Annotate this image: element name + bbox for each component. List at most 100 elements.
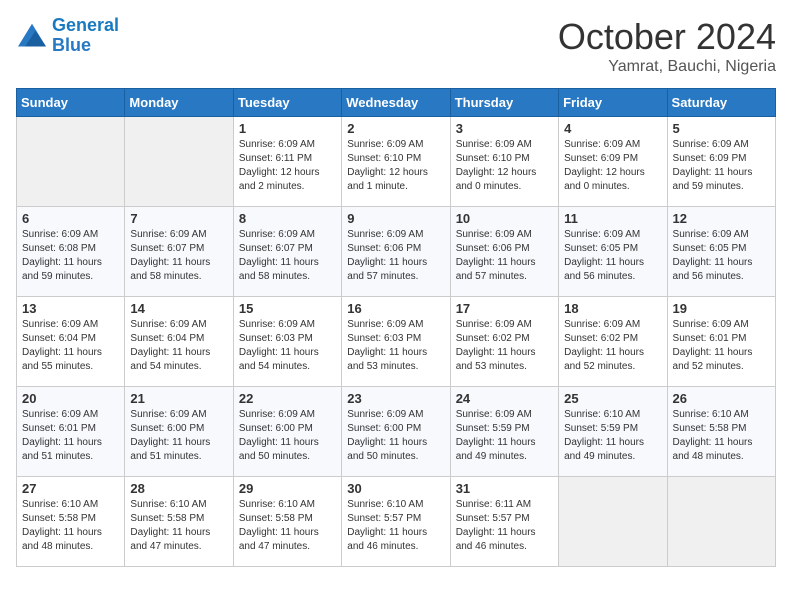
- day-number: 12: [673, 211, 770, 226]
- cell-info: Sunrise: 6:09 AM Sunset: 6:06 PM Dayligh…: [347, 228, 444, 284]
- title-block: October 2024 Yamrat, Bauchi, Nigeria: [558, 16, 776, 76]
- calendar-cell: 14 Sunrise: 6:09 AM Sunset: 6:04 PM Dayli…: [125, 297, 233, 387]
- cell-info: Sunrise: 6:09 AM Sunset: 6:05 PM Dayligh…: [564, 228, 661, 284]
- day-number: 4: [564, 121, 661, 136]
- week-row-1: 1Sunrise: 6:09 AM Sunset: 6:11 PM Daylig…: [17, 117, 776, 207]
- day-number: 30: [347, 481, 444, 496]
- day-header-wednesday: Wednesday: [342, 89, 450, 117]
- calendar-cell: 10Sunrise: 6:09 AM Sunset: 6:06 PM Dayli…: [450, 207, 558, 297]
- cell-info: Sunrise: 6:09 AM Sunset: 6:07 PM Dayligh…: [130, 228, 227, 284]
- day-number: 22: [239, 391, 336, 406]
- day-number: 8: [239, 211, 336, 226]
- cell-info: Sunrise: 6:09 AM Sunset: 6:02 PM Dayligh…: [456, 318, 553, 374]
- calendar-cell: 9 Sunrise: 6:09 AM Sunset: 6:06 PM Daylig…: [342, 207, 450, 297]
- calendar-cell: 11 Sunrise: 6:09 AM Sunset: 6:05 PM Dayli…: [559, 207, 667, 297]
- calendar-cell: 28Sunrise: 6:10 AM Sunset: 5:58 PM Dayli…: [125, 477, 233, 567]
- cell-info: Sunrise: 6:09 AM Sunset: 6:10 PM Dayligh…: [347, 138, 444, 194]
- calendar-cell: 5Sunrise: 6:09 AM Sunset: 6:09 PM Daylig…: [667, 117, 775, 207]
- calendar-cell: 22Sunrise: 6:09 AM Sunset: 6:00 PM Dayli…: [233, 387, 341, 477]
- calendar-cell: 25 Sunrise: 6:10 AM Sunset: 5:59 PM Dayli…: [559, 387, 667, 477]
- calendar-cell: 19 Sunrise: 6:09 AM Sunset: 6:01 PM Dayli…: [667, 297, 775, 387]
- location: Yamrat, Bauchi, Nigeria: [558, 58, 776, 76]
- cell-info: Sunrise: 6:09 AM Sunset: 6:01 PM Dayligh…: [22, 408, 119, 464]
- cell-info: Sunrise: 6:09 AM Sunset: 6:01 PM Dayligh…: [673, 318, 770, 374]
- calendar-cell: 8 Sunrise: 6:09 AM Sunset: 6:07 PM Daylig…: [233, 207, 341, 297]
- cell-info: Sunrise: 6:09 AM Sunset: 6:00 PM Dayligh…: [130, 408, 227, 464]
- cell-info: Sunrise: 6:09 AM Sunset: 6:10 PM Dayligh…: [456, 138, 553, 194]
- cell-info: Sunrise: 6:10 AM Sunset: 5:58 PM Dayligh…: [22, 498, 119, 554]
- cell-info: Sunrise: 6:09 AM Sunset: 6:05 PM Dayligh…: [673, 228, 770, 284]
- day-number: 11: [564, 211, 661, 226]
- day-number: 16: [347, 301, 444, 316]
- day-number: 27: [22, 481, 119, 496]
- calendar-cell: 1Sunrise: 6:09 AM Sunset: 6:11 PM Daylig…: [233, 117, 341, 207]
- calendar-cell: [559, 477, 667, 567]
- month-title: October 2024: [558, 16, 776, 58]
- page-header: General Blue October 2024 Yamrat, Bauchi…: [16, 16, 776, 76]
- cell-info: Sunrise: 6:09 AM Sunset: 6:09 PM Dayligh…: [564, 138, 661, 194]
- calendar-cell: 15 Sunrise: 6:09 AM Sunset: 6:03 PM Dayli…: [233, 297, 341, 387]
- day-header-friday: Friday: [559, 89, 667, 117]
- week-row-3: 13 Sunrise: 6:09 AM Sunset: 6:04 PM Dayli…: [17, 297, 776, 387]
- calendar-cell: 17 Sunrise: 6:09 AM Sunset: 6:02 PM Dayli…: [450, 297, 558, 387]
- calendar-cell: 30 Sunrise: 6:10 AM Sunset: 5:57 PM Dayli…: [342, 477, 450, 567]
- calendar-cell: 24 Sunrise: 6:09 AM Sunset: 5:59 PM Dayli…: [450, 387, 558, 477]
- cell-info: Sunrise: 6:09 AM Sunset: 6:07 PM Dayligh…: [239, 228, 336, 284]
- cell-info: Sunrise: 6:10 AM Sunset: 5:57 PM Dayligh…: [347, 498, 444, 554]
- day-number: 31: [456, 481, 553, 496]
- day-number: 25: [564, 391, 661, 406]
- calendar-cell: 7 Sunrise: 6:09 AM Sunset: 6:07 PM Daylig…: [125, 207, 233, 297]
- calendar-cell: 16 Sunrise: 6:09 AM Sunset: 6:03 PM Dayli…: [342, 297, 450, 387]
- cell-info: Sunrise: 6:11 AM Sunset: 5:57 PM Dayligh…: [456, 498, 553, 554]
- calendar-cell: 3Sunrise: 6:09 AM Sunset: 6:10 PM Daylig…: [450, 117, 558, 207]
- cell-info: Sunrise: 6:09 AM Sunset: 6:03 PM Dayligh…: [347, 318, 444, 374]
- cell-info: Sunrise: 6:09 AM Sunset: 6:04 PM Dayligh…: [130, 318, 227, 374]
- day-number: 14: [130, 301, 227, 316]
- calendar-cell: 26Sunrise: 6:10 AM Sunset: 5:58 PM Dayli…: [667, 387, 775, 477]
- cell-info: Sunrise: 6:09 AM Sunset: 6:02 PM Dayligh…: [564, 318, 661, 374]
- day-number: 13: [22, 301, 119, 316]
- calendar-cell: 2 Sunrise: 6:09 AM Sunset: 6:10 PM Daylig…: [342, 117, 450, 207]
- calendar-cell: 27 Sunrise: 6:10 AM Sunset: 5:58 PM Dayli…: [17, 477, 125, 567]
- cell-info: Sunrise: 6:10 AM Sunset: 5:58 PM Dayligh…: [130, 498, 227, 554]
- day-number: 6: [22, 211, 119, 226]
- week-row-5: 27 Sunrise: 6:10 AM Sunset: 5:58 PM Dayli…: [17, 477, 776, 567]
- calendar-cell: 13Sunrise: 6:09 AM Sunset: 6:04 PM Dayli…: [17, 297, 125, 387]
- cell-info: Sunrise: 6:10 AM Sunset: 5:59 PM Dayligh…: [564, 408, 661, 464]
- calendar-cell: 21 Sunrise: 6:09 AM Sunset: 6:00 PM Dayli…: [125, 387, 233, 477]
- day-number: 18: [564, 301, 661, 316]
- day-number: 29: [239, 481, 336, 496]
- cell-info: Sunrise: 6:09 AM Sunset: 6:11 PM Dayligh…: [239, 138, 336, 194]
- day-number: 15: [239, 301, 336, 316]
- calendar-cell: 29 Sunrise: 6:10 AM Sunset: 5:58 PM Dayli…: [233, 477, 341, 567]
- calendar-cell: 31 Sunrise: 6:11 AM Sunset: 5:57 PM Dayli…: [450, 477, 558, 567]
- cell-info: Sunrise: 6:09 AM Sunset: 5:59 PM Dayligh…: [456, 408, 553, 464]
- cell-info: Sunrise: 6:09 AM Sunset: 6:09 PM Dayligh…: [673, 138, 770, 194]
- calendar-cell: 18 Sunrise: 6:09 AM Sunset: 6:02 PM Dayli…: [559, 297, 667, 387]
- day-header-sunday: Sunday: [17, 89, 125, 117]
- day-number: 21: [130, 391, 227, 406]
- day-number: 20: [22, 391, 119, 406]
- day-number: 26: [673, 391, 770, 406]
- day-number: 2: [347, 121, 444, 136]
- day-number: 19: [673, 301, 770, 316]
- day-number: 17: [456, 301, 553, 316]
- day-number: 23: [347, 391, 444, 406]
- logo: General Blue: [16, 16, 119, 56]
- cell-info: Sunrise: 6:09 AM Sunset: 6:03 PM Dayligh…: [239, 318, 336, 374]
- week-row-2: 6Sunrise: 6:09 AM Sunset: 6:08 PM Daylig…: [17, 207, 776, 297]
- calendar-cell: [667, 477, 775, 567]
- day-number: 24: [456, 391, 553, 406]
- logo-icon: [16, 22, 48, 50]
- day-number: 7: [130, 211, 227, 226]
- day-header-thursday: Thursday: [450, 89, 558, 117]
- day-number: 9: [347, 211, 444, 226]
- cell-info: Sunrise: 6:09 AM Sunset: 6:06 PM Dayligh…: [456, 228, 553, 284]
- cell-info: Sunrise: 6:10 AM Sunset: 5:58 PM Dayligh…: [239, 498, 336, 554]
- day-header-monday: Monday: [125, 89, 233, 117]
- calendar-cell: 12 Sunrise: 6:09 AM Sunset: 6:05 PM Dayli…: [667, 207, 775, 297]
- calendar-cell: 20 Sunrise: 6:09 AM Sunset: 6:01 PM Dayli…: [17, 387, 125, 477]
- calendar-cell: 4 Sunrise: 6:09 AM Sunset: 6:09 PM Daylig…: [559, 117, 667, 207]
- calendar-cell: [125, 117, 233, 207]
- week-row-4: 20 Sunrise: 6:09 AM Sunset: 6:01 PM Dayli…: [17, 387, 776, 477]
